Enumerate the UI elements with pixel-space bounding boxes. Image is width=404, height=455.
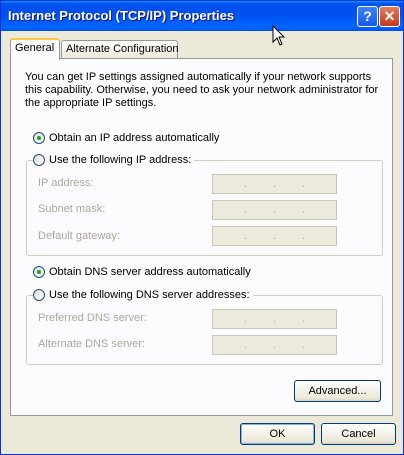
use-following-dns-radio[interactable]	[33, 289, 45, 301]
alternate-dns-field[interactable]: ...	[212, 335, 337, 355]
use-following-dns-option[interactable]: Use the following DNS server addresses:	[33, 287, 253, 303]
obtain-ip-auto-option[interactable]: Obtain an IP address automatically	[33, 130, 223, 146]
close-button[interactable]: ✕	[379, 6, 400, 27]
preferred-dns-label: Preferred DNS server:	[38, 312, 147, 324]
alternate-dns-label: Alternate DNS server:	[38, 338, 145, 350]
tab-general[interactable]: General	[10, 38, 60, 60]
tab-alternate-configuration[interactable]: Alternate Configuration	[61, 40, 179, 58]
obtain-ip-auto-label: Obtain an IP address automatically	[49, 132, 220, 144]
ok-button[interactable]: OK	[240, 423, 315, 445]
title-bar[interactable]: Internet Protocol (TCP/IP) Properties ? …	[1, 1, 403, 31]
ip-address-label: IP address:	[38, 177, 94, 189]
obtain-ip-auto-radio[interactable]	[33, 132, 45, 144]
obtain-dns-auto-option[interactable]: Obtain DNS server address automatically	[33, 264, 254, 280]
preferred-dns-field[interactable]: ...	[212, 309, 337, 329]
window-title: Internet Protocol (TCP/IP) Properties	[8, 8, 235, 23]
default-gateway-label: Default gateway:	[38, 230, 120, 242]
subnet-mask-field[interactable]: ...	[212, 200, 337, 220]
use-following-ip-label: Use the following IP address:	[49, 154, 192, 166]
tab-general-label: General	[15, 42, 55, 54]
tab-alternate-configuration-label: Alternate Configuration	[66, 43, 179, 55]
use-following-ip-option[interactable]: Use the following IP address:	[33, 152, 195, 168]
help-button[interactable]: ?	[357, 6, 378, 27]
use-following-dns-label: Use the following DNS server addresses:	[49, 289, 250, 301]
obtain-dns-auto-label: Obtain DNS server address automatically	[49, 266, 251, 278]
cancel-button[interactable]: Cancel	[321, 423, 396, 445]
description-text: You can get IP settings assigned automat…	[25, 71, 379, 109]
mouse-cursor-icon	[272, 25, 286, 46]
obtain-dns-auto-radio[interactable]	[33, 266, 45, 278]
properties-dialog: Internet Protocol (TCP/IP) Properties ? …	[0, 0, 404, 455]
subnet-mask-label: Subnet mask:	[38, 203, 106, 215]
general-tab-panel: You can get IP settings assigned automat…	[10, 58, 393, 416]
ip-address-field[interactable]: ...	[212, 174, 337, 194]
default-gateway-field[interactable]: ...	[212, 226, 337, 246]
use-following-ip-radio[interactable]	[33, 154, 45, 166]
advanced-button[interactable]: Advanced...	[294, 380, 381, 402]
